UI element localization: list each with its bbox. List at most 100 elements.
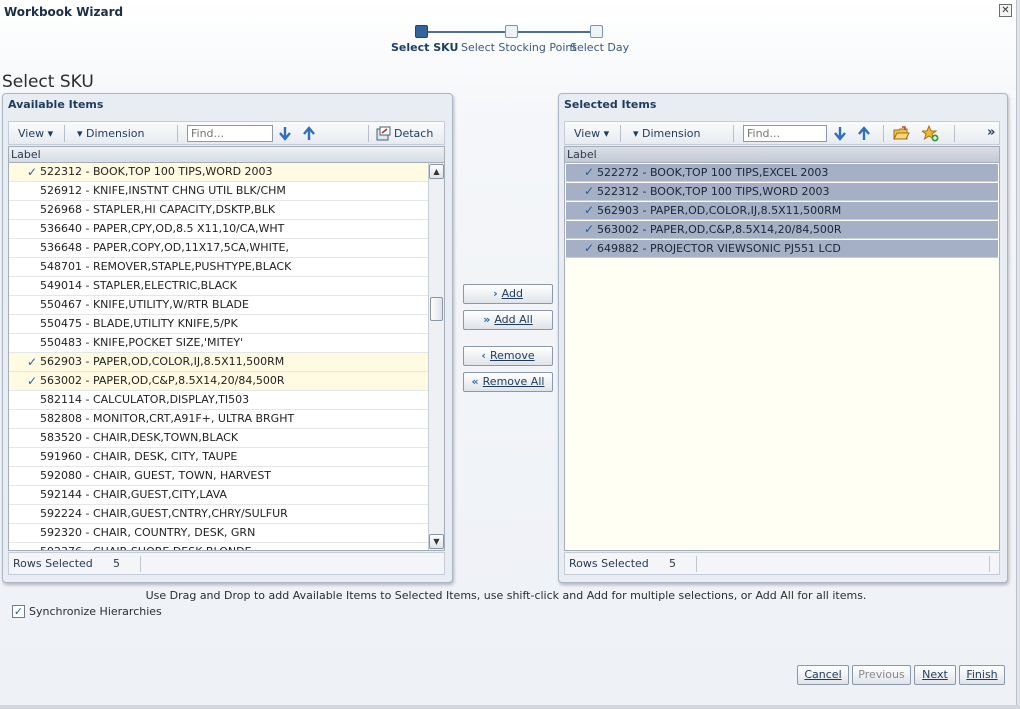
scroll-down-icon[interactable]: ▼ [429,534,444,549]
dimension-menu[interactable]: ▾ Dimension [77,127,145,140]
row-label: 548701 - REMOVER,STAPLE,PUSHTYPE,BLACK [40,260,292,273]
table-row[interactable]: ✓ 522312 - BOOK,TOP 100 TIPS,WORD 2003 [9,163,428,182]
find-next-arrow-icon[interactable] [277,125,293,142]
detach-icon[interactable] [376,126,391,141]
remove-all-button[interactable]: «Remove All [463,372,553,392]
toolbar-separator [954,125,955,142]
synchronize-hierarchies-label[interactable]: Synchronize Hierarchies [29,605,162,618]
scroll-up-icon[interactable]: ▲ [429,164,444,179]
dimension-menu[interactable]: ▾ Dimension [633,127,701,140]
table-row[interactable]: 583520 - CHAIR,DESK,TOWN,BLACK [9,429,428,448]
row-label: 592144 - CHAIR,GUEST,CITY,LAVA [40,488,227,501]
find-next-arrow-icon[interactable] [832,125,848,142]
table-row[interactable]: 592224 - CHAIR,GUEST,CNTRY,CHRY/SULFUR [9,505,428,524]
row-label: 592224 - CHAIR,GUEST,CNTRY,CHRY/SULFUR [40,507,288,520]
scrollbar-thumb[interactable] [430,297,443,321]
table-row[interactable]: 536648 - PAPER,COPY,OD,11X17,5CA,WHITE, [9,239,428,258]
column-header-label[interactable]: Label [9,147,444,163]
available-items-title: Available Items [8,98,104,111]
row-label: 536640 - PAPER,CPY,OD,8.5 X11,10/CA,WHT [40,222,285,235]
view-label: View [574,127,601,140]
selected-find-input[interactable] [743,125,827,142]
table-row[interactable]: 592144 - CHAIR,GUEST,CITY,LAVA [9,486,428,505]
synchronize-hierarchies-checkbox[interactable]: ✓ [12,605,25,618]
checkmark-icon: ✓ [584,165,595,179]
available-rows: ✓ 522312 - BOOK,TOP 100 TIPS,WORD 2003 526… [9,163,428,550]
row-label: 592376 - CHAIR,SHORE,DESK,BLONDE [40,543,252,550]
table-row[interactable]: 592320 - CHAIR, COUNTRY, DESK, GRN [9,524,428,543]
row-label: 591960 - CHAIR, DESK, CITY, TAUPE [40,450,238,463]
footer-separator [989,556,990,572]
next-button[interactable]: Next [914,665,956,685]
close-icon[interactable]: ✕ [999,4,1012,17]
row-label: 582114 - CALCULATOR,DISPLAY,TI503 [40,393,250,406]
table-row[interactable]: 550467 - KNIFE,UTILITY,W/RTR BLADE [9,296,428,315]
row-label: 522312 - BOOK,TOP 100 TIPS,WORD 2003 [40,165,273,178]
table-row[interactable]: 548701 - REMOVER,STAPLE,PUSHTYPE,BLACK [9,258,428,277]
remove-all-label: Remove All [482,375,545,388]
double-chevron-left-icon: « [471,375,479,388]
chevron-right-icon: › [493,287,498,300]
table-row[interactable]: 526968 - STAPLER,HI CAPACITY,DSKTP,BLK [9,201,428,220]
chevron-down-icon: ▾ [77,127,83,140]
add-all-button[interactable]: » Add All [463,310,553,330]
table-row[interactable]: 582114 - CALCULATOR,DISPLAY,TI503 [9,391,428,410]
table-row[interactable]: 526912 - KNIFE,INSTNT CHNG UTIL BLK/CHM [9,182,428,201]
cancel-button[interactable]: Cancel [797,665,849,685]
train-step-select-sku-marker[interactable] [415,25,428,38]
instruction-text: Use Drag and Drop to add Available Items… [145,589,867,602]
detach-button[interactable]: Detach [394,127,433,140]
remove-button[interactable]: ‹ Remove [463,346,553,366]
checkmark-icon: ✓ [27,165,38,179]
view-label: View [18,127,45,140]
train-step-select-stocking-point[interactable]: Select Stocking Point [461,41,577,54]
table-row[interactable]: ✓ 563002 - PAPER,OD,C&P,8.5X14,20/84,500R [566,221,998,239]
view-menu[interactable]: View ▾ [18,127,53,140]
row-label: 536648 - PAPER,COPY,OD,11X17,5CA,WHITE, [40,241,289,254]
train-step-select-day[interactable]: Select Day [570,41,629,54]
table-row[interactable]: 592080 - CHAIR, GUEST, TOWN, HARVEST [9,467,428,486]
table-row[interactable]: 550475 - BLADE,UTILITY KNIFE,5/PK [9,315,428,334]
favorite-add-icon[interactable] [922,125,939,142]
table-row[interactable]: 591960 - CHAIR, DESK, CITY, TAUPE [9,448,428,467]
table-row[interactable]: 549014 - STAPLER,ELECTRIC,BLACK [9,277,428,296]
checkmark-icon: ✓ [584,203,595,217]
row-label: 562903 - PAPER,OD,COLOR,IJ,8.5X11,500RM [40,355,285,368]
row-label: 562903 - PAPER,OD,COLOR,IJ,8.5X11,500RM [597,204,842,217]
table-row[interactable]: ✓ 522312 - BOOK,TOP 100 TIPS,WORD 2003 [566,183,998,201]
available-scrollbar[interactable]: ▲ ▼ [428,163,444,550]
checkmark-icon: ✓ [584,222,595,236]
train-step-select-sku[interactable]: Select SKU [391,41,458,54]
page-title: Select SKU [2,72,94,92]
find-previous-arrow-icon[interactable] [301,125,317,142]
toolbar-separator [368,125,369,142]
row-label: 550483 - KNIFE,POCKET SIZE,'MITEY' [40,336,244,349]
add-button[interactable]: › Add [463,284,553,304]
toolbar-overflow-icon[interactable]: » [987,125,995,140]
row-label: 550475 - BLADE,UTILITY KNIFE,5/PK [40,317,238,330]
row-label: 549014 - STAPLER,ELECTRIC,BLACK [40,279,237,292]
table-row[interactable]: ✓ 562903 - PAPER,OD,COLOR,IJ,8.5X11,500RM [566,202,998,220]
view-menu[interactable]: View ▾ [574,127,609,140]
table-row[interactable]: 592376 - CHAIR,SHORE,DESK,BLONDE [9,543,428,550]
find-previous-arrow-icon[interactable] [856,125,872,142]
table-row[interactable]: ✓ 563002 - PAPER,OD,C&P,8.5X14,20/84,500R [9,372,428,391]
train-step-select-day-marker[interactable] [590,25,603,38]
train-connector [516,31,592,33]
row-label: 563002 - PAPER,OD,C&P,8.5X14,20/84,500R [40,374,285,387]
finish-button[interactable]: Finish [959,665,1005,685]
available-items-table: Label ✓ 522312 - BOOK,TOP 100 TIPS,WORD 2… [8,146,445,551]
train-step-select-stocking-point-marker[interactable] [505,25,518,38]
column-header-label[interactable]: Label [565,147,999,163]
table-row[interactable]: 582808 - MONITOR,CRT,A91F+, ULTRA BRGHT [9,410,428,429]
table-row[interactable]: 536640 - PAPER,CPY,OD,8.5 X11,10/CA,WHT [9,220,428,239]
cancel-label: Cancel [804,668,842,681]
rows-selected-label: Rows Selected [13,557,93,570]
table-row[interactable]: ✓ 522272 - BOOK,TOP 100 TIPS,EXCEL 2003 [566,164,998,182]
available-find-input[interactable] [187,125,273,142]
table-row[interactable]: ✓ 562903 - PAPER,OD,COLOR,IJ,8.5X11,500RM [9,353,428,372]
table-row[interactable]: ✓ 649882 - PROJECTOR VIEWSONIC PJ551 LCD [566,240,998,258]
checkmark-icon: ✓ [27,355,38,369]
folder-open-icon[interactable] [893,125,910,142]
table-row[interactable]: 550483 - KNIFE,POCKET SIZE,'MITEY' [9,334,428,353]
